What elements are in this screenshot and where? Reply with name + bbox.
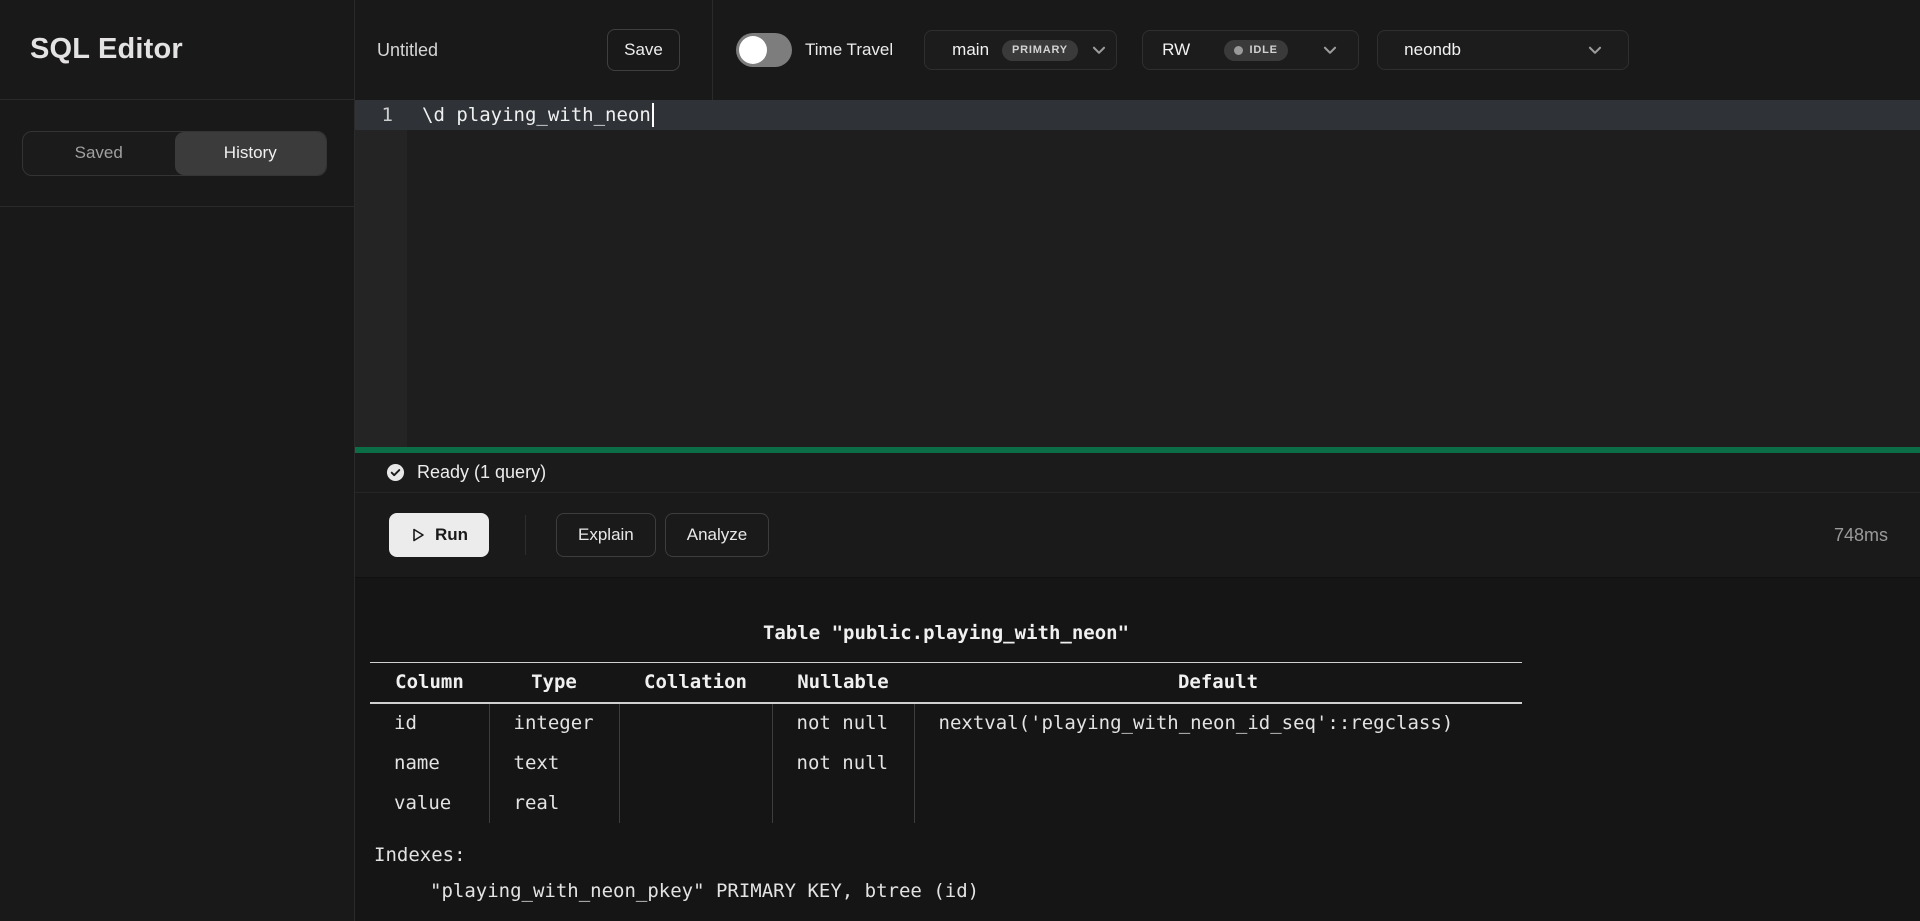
toggle-knob-icon — [739, 36, 767, 64]
toolbar-divider — [525, 515, 526, 555]
compute-status-text: IDLE — [1250, 44, 1278, 56]
database-name: neondb — [1404, 40, 1461, 60]
analyze-button[interactable]: Analyze — [665, 513, 769, 557]
column-header: Collation — [619, 663, 772, 703]
cell — [619, 743, 772, 783]
idle-status-dot-icon — [1234, 46, 1243, 55]
sidebar-tabs-section: Saved History — [0, 100, 354, 207]
result-table-title: Table "public.playing_with_neon" — [370, 622, 1522, 644]
table-header-row: Column Type Collation Nullable Default — [370, 663, 1522, 703]
database-select[interactable]: neondb — [1377, 30, 1629, 70]
saved-history-segmented-control: Saved History — [22, 131, 327, 176]
cell — [619, 703, 772, 743]
result-table: Column Type Collation Nullable Default i… — [370, 662, 1522, 823]
query-title: Untitled — [377, 40, 438, 61]
topbar-right: Time Travel main PRIMARY RW IDLE — [712, 0, 1920, 100]
editor-line-1[interactable]: 1 \d playing_with_neon — [355, 100, 1920, 130]
statusbar: Ready (1 query) — [355, 453, 1920, 493]
play-icon — [410, 527, 426, 543]
query-duration: 748ms — [1834, 525, 1888, 546]
code-text: \d playing_with_neon — [422, 104, 651, 126]
cell: nextval('playing_with_neon_id_seq'::regc… — [914, 703, 1522, 743]
column-header: Type — [489, 663, 619, 703]
cell: id — [370, 703, 489, 743]
time-travel-toggle[interactable] — [736, 33, 792, 67]
cell: value — [370, 783, 489, 823]
cell: not null — [772, 743, 914, 783]
status-text: Ready (1 query) — [417, 462, 546, 483]
cell — [914, 743, 1522, 783]
chevron-down-icon — [1090, 41, 1108, 59]
save-button[interactable]: Save — [607, 29, 680, 71]
run-button-label: Run — [435, 525, 468, 545]
compute-select[interactable]: RW IDLE — [1142, 30, 1359, 70]
sidebar-header: SQL Editor — [0, 0, 354, 100]
indexes-label: Indexes: — [374, 844, 1920, 866]
cell: text — [489, 743, 619, 783]
time-travel-label: Time Travel — [805, 40, 893, 60]
check-circle-icon — [386, 463, 405, 482]
topbar: Untitled Save Time Travel main PRIMARY R… — [355, 0, 1920, 100]
index-definition: "playing_with_neon_pkey" PRIMARY KEY, bt… — [430, 880, 1920, 902]
sidebar: SQL Editor Saved History — [0, 0, 355, 921]
cell: real — [489, 783, 619, 823]
line-number: 1 — [355, 104, 407, 126]
branch-name: main — [952, 40, 989, 60]
cell — [772, 783, 914, 823]
run-button[interactable]: Run — [389, 513, 489, 557]
compute-name: RW — [1162, 40, 1190, 60]
cell — [619, 783, 772, 823]
tab-saved[interactable]: Saved — [23, 132, 175, 175]
cell: name — [370, 743, 489, 783]
editor-gutter — [355, 100, 407, 447]
actions-toolbar: Run Explain Analyze 748ms — [355, 493, 1920, 578]
sql-editor[interactable]: 1 \d playing_with_neon — [355, 100, 1920, 447]
branch-primary-badge: PRIMARY — [1002, 40, 1078, 61]
sidebar-empty-area — [0, 207, 354, 921]
results-pane: Table "public.playing_with_neon" Column … — [355, 578, 1920, 921]
column-header: Default — [914, 663, 1522, 703]
table-row: name text not null — [370, 743, 1522, 783]
column-header: Column — [370, 663, 489, 703]
tab-history[interactable]: History — [175, 132, 327, 175]
column-header: Nullable — [772, 663, 914, 703]
cell: integer — [489, 703, 619, 743]
chevron-down-icon — [1321, 41, 1339, 59]
explain-button[interactable]: Explain — [556, 513, 656, 557]
cell — [914, 783, 1522, 823]
text-cursor — [652, 103, 655, 127]
branch-select[interactable]: main PRIMARY — [924, 30, 1117, 70]
page-title: SQL Editor — [30, 33, 183, 66]
table-row: value real — [370, 783, 1522, 823]
cell: not null — [772, 703, 914, 743]
main-area: Untitled Save Time Travel main PRIMARY R… — [355, 0, 1920, 921]
chevron-down-icon — [1586, 41, 1604, 59]
compute-status-badge: IDLE — [1224, 40, 1288, 61]
topbar-left: Untitled Save — [355, 0, 712, 100]
table-row: id integer not null nextval('playing_wit… — [370, 703, 1522, 743]
